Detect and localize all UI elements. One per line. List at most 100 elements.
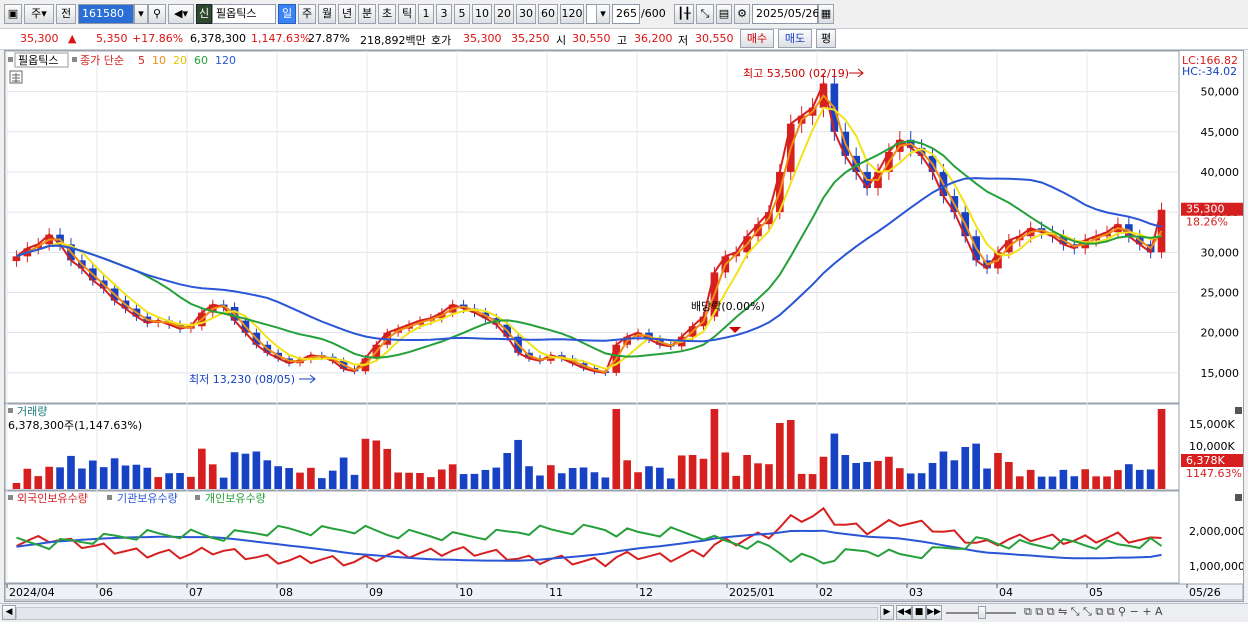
volume-bar	[252, 451, 261, 489]
window-menu-icon[interactable]: ▣	[4, 4, 22, 24]
search-icon[interactable]: ⚲	[148, 4, 166, 24]
trade-amount: 218,892백만	[360, 34, 426, 47]
volume-bar	[427, 477, 435, 489]
date-input[interactable]: 2025/05/26	[752, 4, 819, 24]
count-10[interactable]: 10	[472, 4, 492, 24]
chart-area[interactable]: 15,00020,00025,00030,00035,00040,00045,0…	[4, 50, 1245, 602]
holdings-marker-3	[195, 495, 200, 500]
volume-bar	[416, 473, 424, 489]
price-tick-label: 25,000	[1201, 287, 1240, 300]
volume-tag-text: 6,378K	[1186, 454, 1225, 467]
volume-bar	[1015, 476, 1024, 489]
tab-year[interactable]: 년	[338, 4, 356, 24]
volume-bar	[1026, 469, 1035, 489]
count-20[interactable]: 20	[494, 4, 514, 24]
volume-bar	[994, 453, 1002, 489]
volume-bar	[776, 423, 784, 489]
volume-bar	[906, 473, 915, 489]
volume-bar	[895, 468, 904, 489]
tab-month[interactable]: 월	[318, 4, 336, 24]
volume-bar	[677, 455, 686, 489]
count-120[interactable]: 120	[560, 4, 584, 24]
count-5[interactable]: 5	[454, 4, 470, 24]
legend-ma-label: 종가 단순	[80, 54, 124, 67]
count-30[interactable]: 30	[516, 4, 536, 24]
volume-bar	[1059, 469, 1068, 489]
volume-close-icon[interactable]	[1235, 407, 1242, 414]
fast-forward-icon[interactable]: ▶▶	[926, 605, 942, 620]
stop-icon[interactable]: ■	[912, 605, 926, 620]
tab-day[interactable]: 일	[278, 4, 296, 24]
volume-bar	[590, 472, 599, 489]
buy-button[interactable]: 매수	[740, 29, 774, 48]
volume-bar	[797, 473, 806, 489]
volume-bar	[88, 460, 97, 489]
table-view-icon-lines	[12, 73, 20, 83]
volume-bar	[699, 458, 708, 489]
save-icon[interactable]: ▤	[716, 4, 732, 24]
scroll-right-icon[interactable]: ▶	[880, 605, 894, 620]
ask-label: 호가	[431, 34, 452, 47]
rewind-icon[interactable]: ◀◀	[896, 605, 912, 620]
tab-tick[interactable]: 틱	[398, 4, 416, 24]
foreign-holdings-label: 외국인보유수량	[17, 492, 88, 505]
code-dropdown-icon[interactable]: ▾	[134, 4, 148, 24]
tab-week[interactable]: 주	[298, 4, 316, 24]
count-3[interactable]: 3	[436, 4, 452, 24]
bottom-tool-icons[interactable]: ⧉ ⧉ ⧉ ⇋ ⤡ ⤡ ⧉ ⧉ ⚲ − + A	[1024, 605, 1163, 619]
gear-icon[interactable]: ⚙	[734, 4, 750, 24]
open-label: 시	[556, 34, 567, 47]
volume-bar	[143, 467, 152, 489]
volume-bar	[328, 470, 337, 489]
volume-bar	[219, 477, 228, 489]
volume-bar	[1146, 469, 1155, 489]
volume-bar	[350, 474, 359, 489]
period-select[interactable]: 주▾	[24, 4, 54, 24]
holdings-tick-2m: 2,000,000	[1189, 525, 1243, 538]
volume-bar	[165, 473, 173, 489]
custom-count-dropdown-icon[interactable]: ▾	[596, 4, 610, 24]
volume-bar	[56, 467, 64, 489]
volume-bar	[1092, 476, 1100, 489]
speaker-icon[interactable]: ◀▾	[168, 4, 194, 24]
volume-bar	[972, 443, 980, 489]
high-label: 고	[617, 34, 628, 47]
volume-bar	[786, 420, 795, 489]
volume-bar	[863, 462, 871, 489]
volume-bar	[263, 460, 272, 489]
volume-bar	[568, 468, 577, 489]
volume-bar	[557, 473, 566, 489]
tab-second[interactable]: 초	[378, 4, 396, 24]
calendar-icon[interactable]: ▦	[818, 4, 834, 24]
price-tick-label: 20,000	[1201, 327, 1240, 340]
draw-tool-icon[interactable]: ⤡	[696, 4, 714, 24]
code-input[interactable]: 161580	[78, 4, 134, 24]
bid-price: 35,250	[511, 32, 550, 45]
count-1[interactable]: 1	[418, 4, 434, 24]
volume-bar	[503, 453, 512, 489]
bar-count-input[interactable]: 265	[612, 4, 640, 24]
zoom-slider-handle[interactable]	[978, 606, 986, 619]
holdings-close-icon[interactable]	[1235, 494, 1242, 501]
count-60[interactable]: 60	[538, 4, 558, 24]
stock-name[interactable]: 필옵틱스	[212, 4, 276, 24]
candle-type-icon[interactable]: ┃╂	[674, 4, 694, 24]
low-price: 30,550	[695, 32, 734, 45]
volume-bar	[448, 464, 457, 489]
sell-button[interactable]: 매도	[778, 29, 812, 48]
volume-pct: 1,147.63%	[251, 32, 311, 45]
volume-tag-pct: 1147.63%	[1186, 467, 1242, 480]
volume-bar	[514, 439, 522, 489]
bottom-scrollbar[interactable]: ◀ ▶ ◀◀ ■ ▶▶ ⧉ ⧉ ⧉ ⇋ ⤡ ⤡ ⧉ ⧉ ⚲ − + A	[0, 603, 1248, 622]
volume-bar	[874, 460, 882, 489]
prev-button[interactable]: 전	[56, 4, 76, 24]
low-annotation: 최저 13,230 (08/05)	[189, 373, 295, 386]
individual-holdings-label: 개인보유수량	[205, 492, 266, 505]
eval-button[interactable]: 평	[816, 29, 836, 48]
price-tick-label: 30,000	[1201, 246, 1240, 259]
scroll-left-icon[interactable]: ◀	[2, 605, 16, 620]
tab-minute[interactable]: 분	[358, 4, 376, 24]
holdings-tick-1m: 1,000,000	[1189, 560, 1243, 573]
legend-ma-5: 5	[138, 54, 145, 67]
scroll-track[interactable]	[16, 607, 878, 620]
